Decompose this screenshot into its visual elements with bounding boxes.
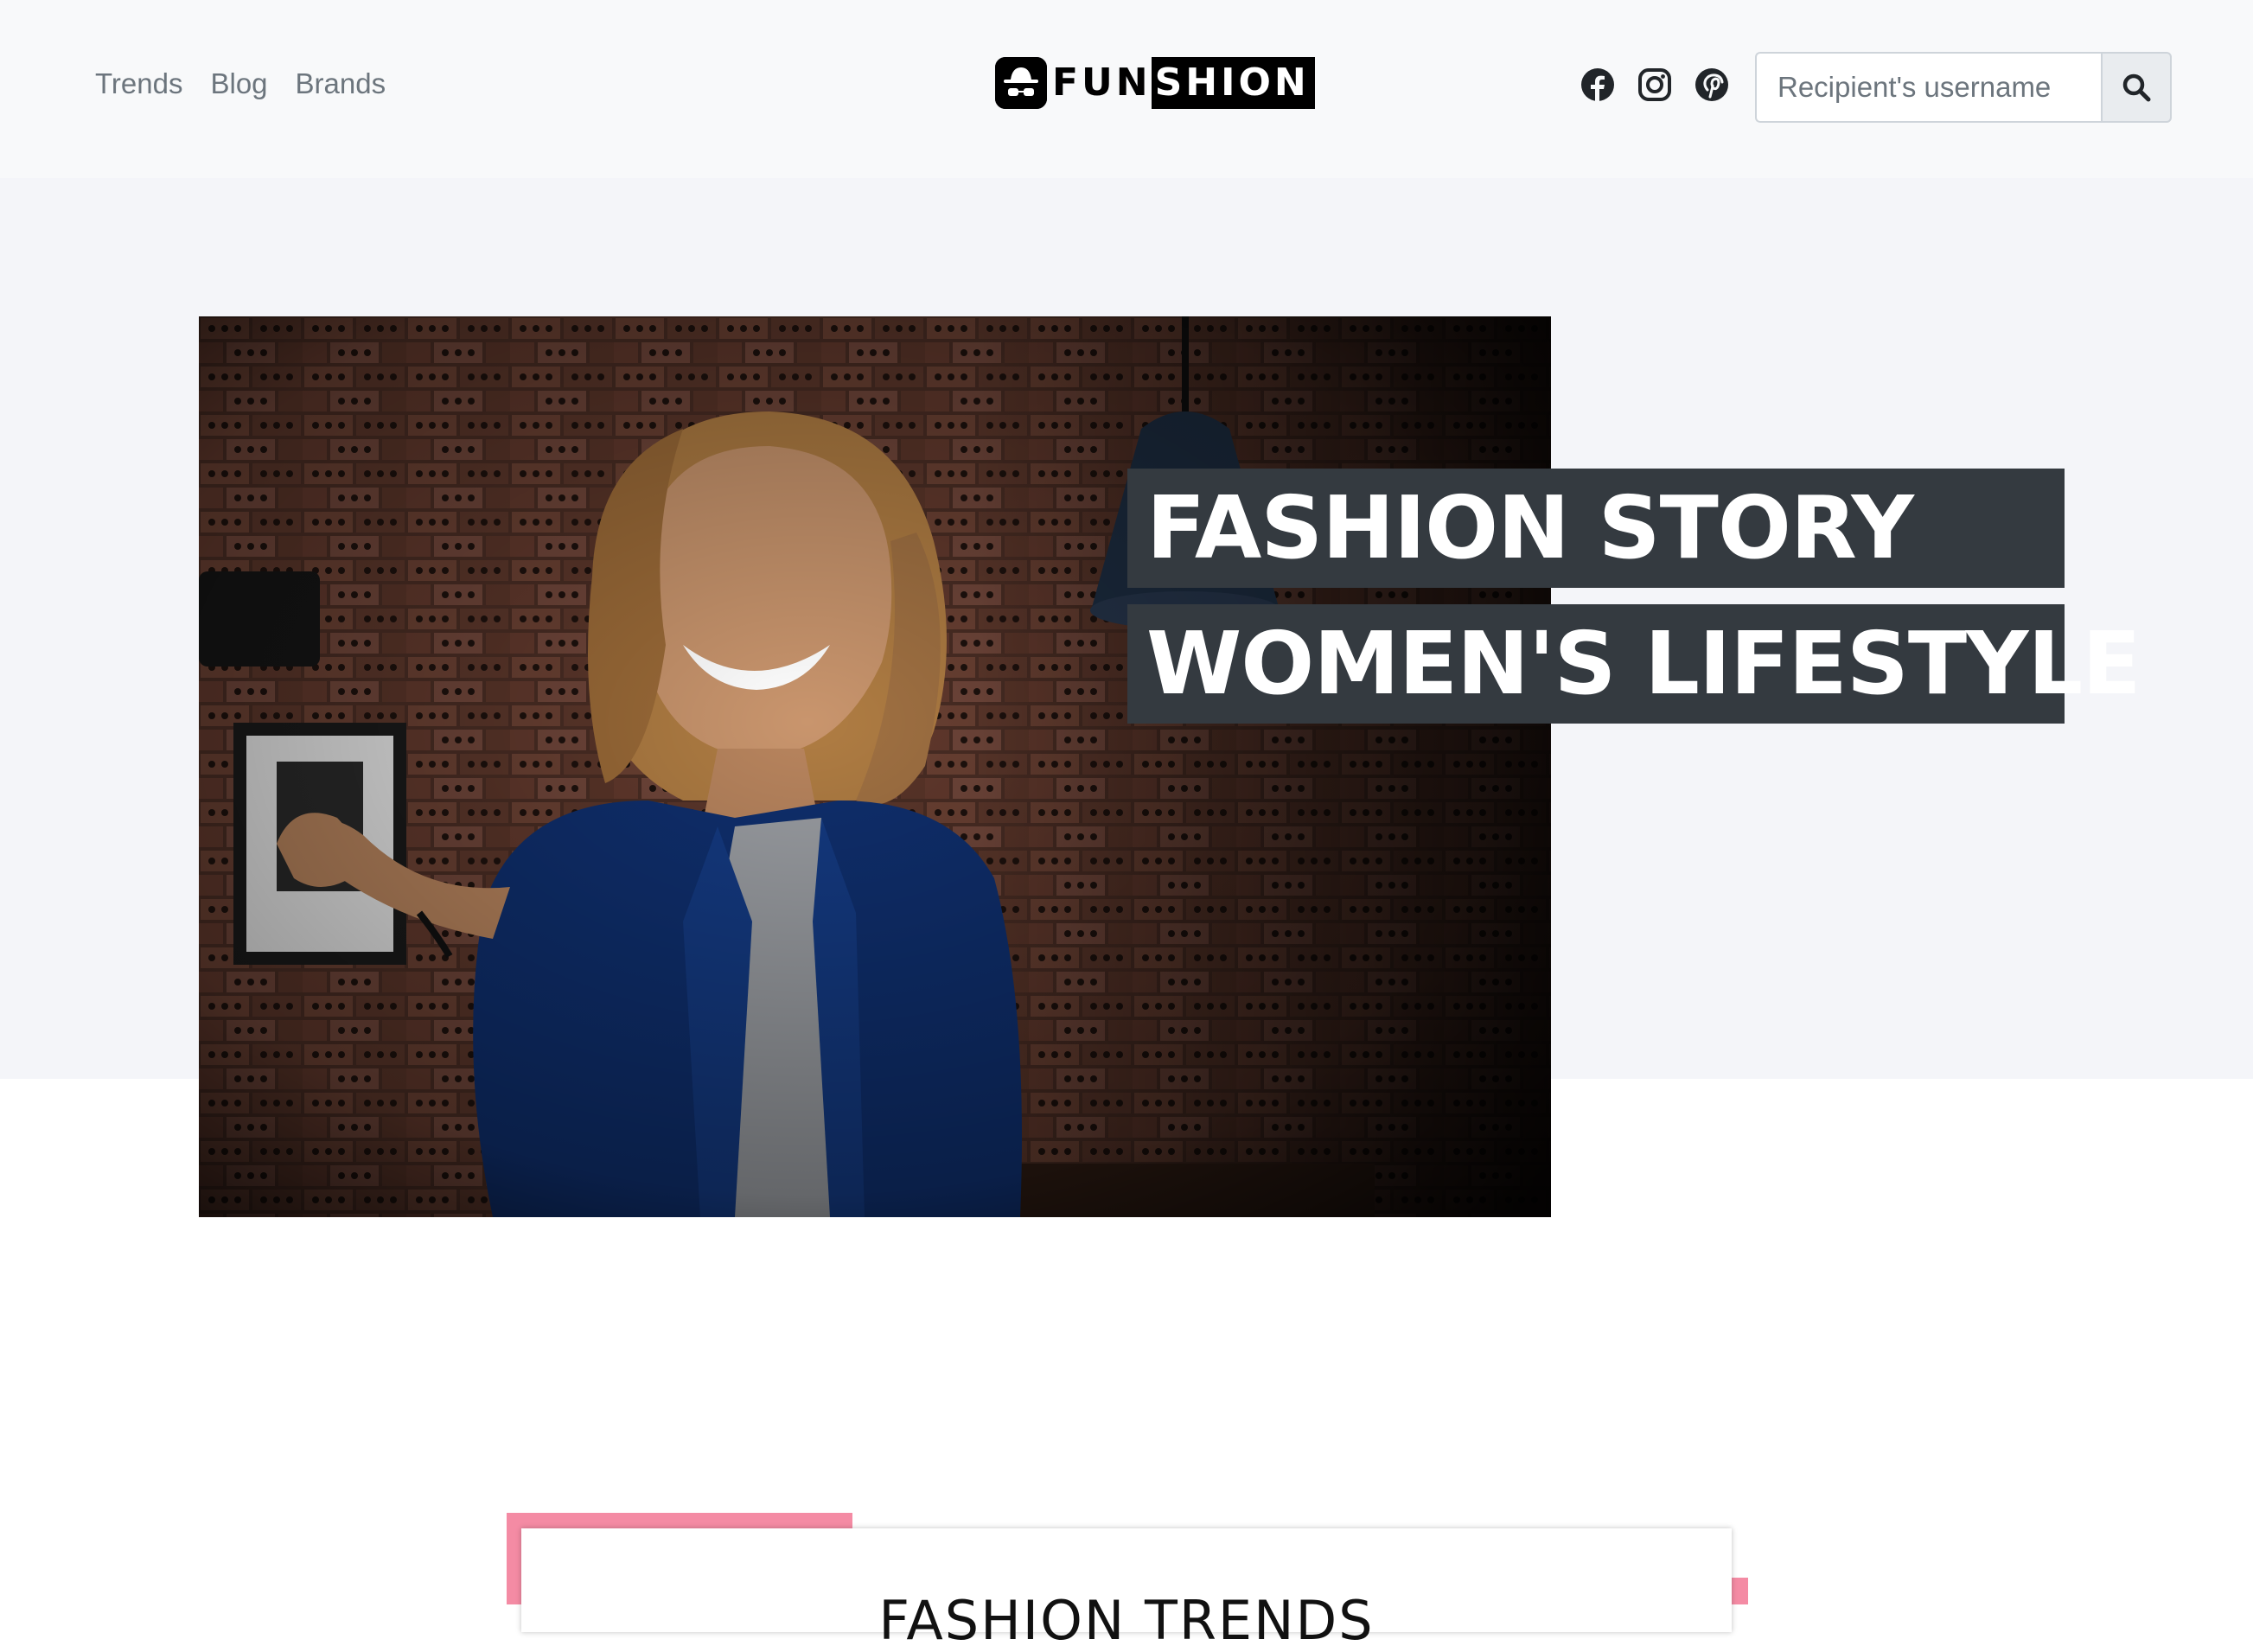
hero-title-line-1: FASHION STORY [1127, 469, 2065, 588]
hero-image [199, 316, 1551, 1217]
brand-text-fun: FUN [1052, 61, 1152, 105]
brand-text-shion: SHION [1151, 57, 1315, 109]
search-group [1755, 52, 2172, 123]
social-links [1580, 67, 1729, 102]
search-input[interactable] [1755, 52, 2101, 123]
hat-glasses-icon [995, 57, 1047, 109]
navbar: Trends Blog Brands FUN SHION [0, 0, 2253, 178]
nav-link-blog[interactable]: Blog [210, 67, 267, 100]
trends-title: FASHION TRENDS [878, 1589, 1375, 1652]
facebook-icon[interactable] [1580, 67, 1615, 102]
pinterest-icon[interactable] [1695, 67, 1729, 102]
hero-title-line-2: WOMEN'S LIFESTYLE [1127, 604, 2141, 724]
trends-card: FASHION TRENDS [521, 1528, 1732, 1652]
instagram-icon[interactable] [1637, 67, 1672, 102]
search-icon [2122, 73, 2151, 102]
search-button[interactable] [2101, 52, 2172, 123]
nav-link-brands[interactable]: Brands [296, 67, 386, 100]
brand-logo[interactable]: FUN SHION [995, 57, 1315, 109]
nav-links: Trends Blog Brands [95, 67, 386, 100]
nav-link-trends[interactable]: Trends [95, 67, 182, 100]
trends-section: FASHION TRENDS [507, 1513, 1748, 1652]
